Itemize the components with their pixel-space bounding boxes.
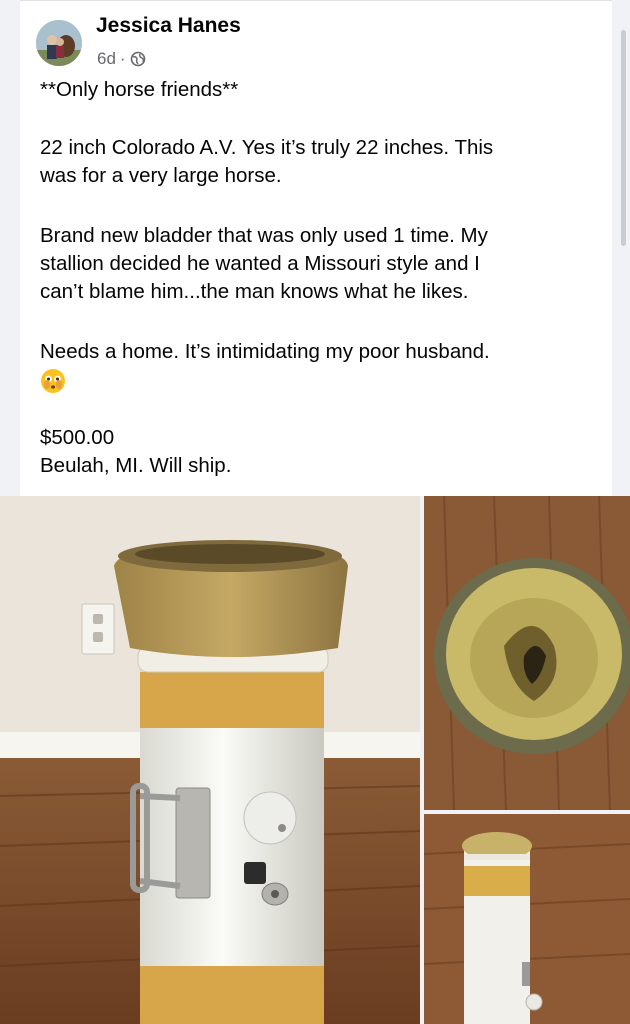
post-text-line: can’t blame him...the man knows what he … [40, 280, 469, 303]
post-text-line: stallion decided he wanted a Missouri st… [40, 252, 480, 275]
meta-separator: · [119, 49, 126, 68]
post-text-line: was for a very large horse. [40, 164, 282, 187]
post-text-line: Needs a home. It’s intimidating my poor … [40, 340, 490, 363]
post-text-line: 22 inch Colorado A.V. Yes it’s truly 22 … [40, 136, 494, 159]
photo-side-view[interactable] [424, 814, 630, 1024]
price: $500.00 [40, 426, 115, 449]
author-name[interactable]: Jessica Hanes [96, 14, 241, 38]
photo-top-view[interactable] [424, 496, 630, 810]
photo-main[interactable] [0, 496, 420, 1024]
flushed-face-emoji [40, 368, 66, 394]
post-time[interactable]: 6d [97, 49, 116, 69]
avatar[interactable] [36, 20, 82, 66]
divider [20, 0, 612, 1]
globe-icon [130, 51, 145, 67]
post-text-line: Brand new bladder that was only used 1 t… [40, 224, 488, 247]
post-text-line: **Only horse friends** [40, 78, 239, 101]
post-meta: 6d · [97, 49, 146, 69]
scrollbar[interactable] [621, 30, 626, 246]
location: Beulah, MI. Will ship. [40, 454, 232, 477]
